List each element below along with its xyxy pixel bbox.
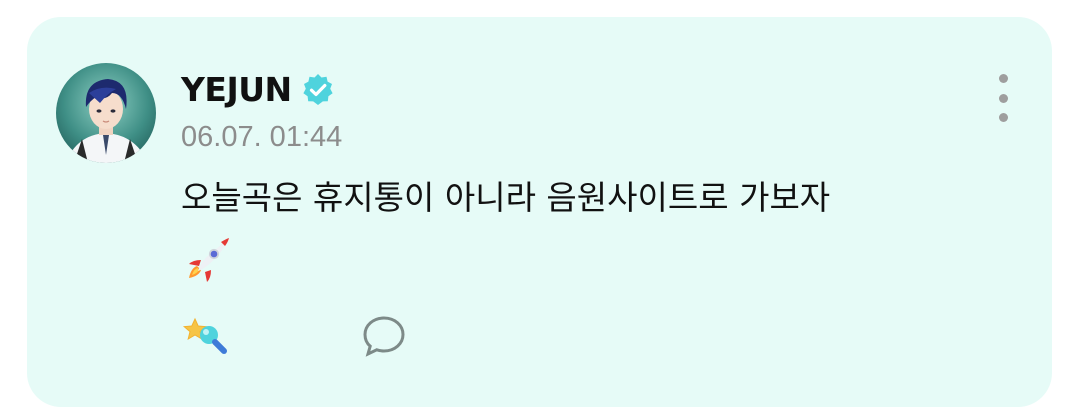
comment-button[interactable] bbox=[360, 313, 470, 363]
verified-badge-icon bbox=[300, 72, 336, 108]
post-timestamp: 06.07. 01:44 bbox=[181, 121, 343, 153]
speech-bubble-icon bbox=[360, 313, 408, 363]
star-wand-icon bbox=[181, 313, 231, 363]
author-row: YEJUN bbox=[181, 68, 336, 112]
avatar[interactable] bbox=[56, 63, 156, 163]
like-button[interactable] bbox=[181, 313, 293, 363]
author-name[interactable]: YEJUN bbox=[181, 68, 292, 112]
more-vertical-icon bbox=[998, 74, 1008, 83]
post-text: 오늘곡은 휴지통이 아니라 음원사이트로 가보자 bbox=[181, 178, 831, 217]
rocket-emoji bbox=[181, 234, 233, 286]
more-options-button[interactable] bbox=[986, 72, 1020, 124]
